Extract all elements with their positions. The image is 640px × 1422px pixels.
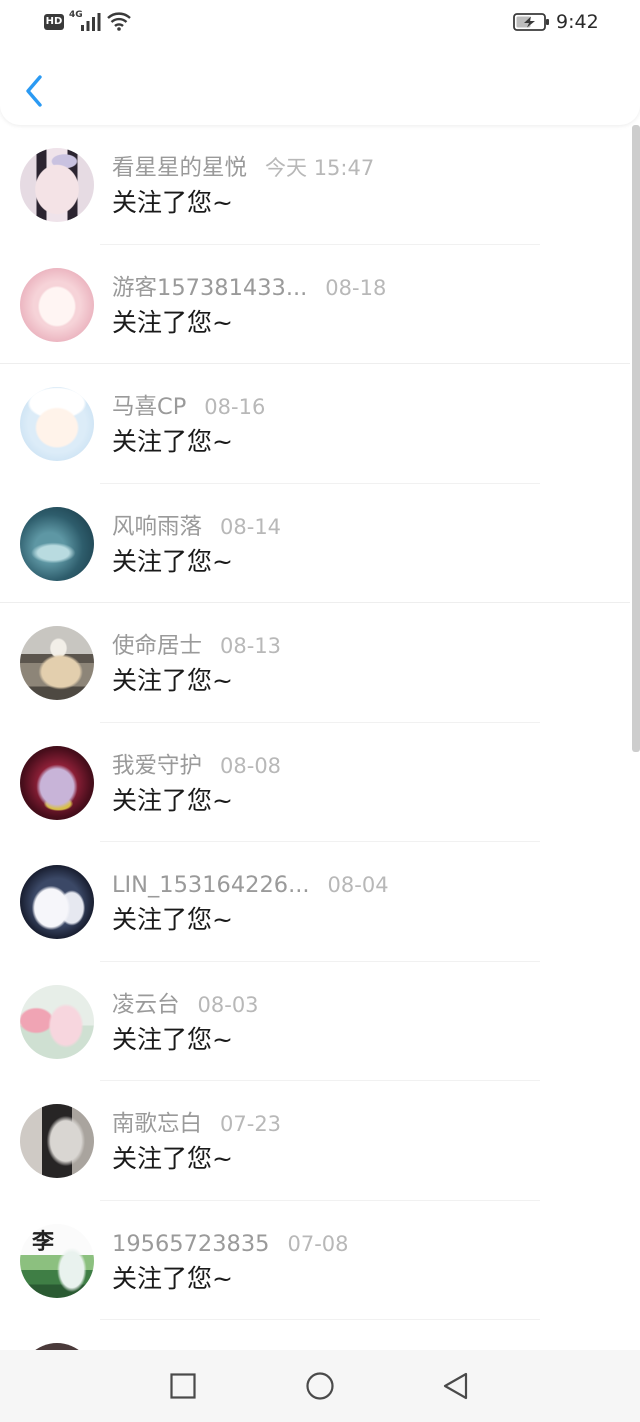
message-text: 关注了您~ <box>112 785 233 815</box>
timestamp: 08-03 <box>197 992 259 1017</box>
hd-badge: HD <box>44 14 64 30</box>
system-navigation-bar <box>0 1350 640 1422</box>
list-item[interactable]: 使命居士 08-13 关注了您~ <box>0 603 640 723</box>
message-text: 关注了您~ <box>112 307 233 337</box>
list-item[interactable]: 凌云台 08-03 关注了您~ <box>0 962 640 1081</box>
item-header: 马喜CP 08-16 <box>112 392 265 422</box>
list-item[interactable]: 风响雨落 08-14 关注了您~ <box>0 484 640 603</box>
recent-apps-button[interactable] <box>143 1350 223 1422</box>
item-header: 19565723835 07-08 <box>112 1229 349 1259</box>
avatar[interactable] <box>20 984 94 1059</box>
clock: 9:42 <box>556 11 599 33</box>
avatar[interactable] <box>20 1104 94 1178</box>
avatar[interactable] <box>20 267 94 342</box>
list-item[interactable]: 南歌忘白 07-23 关注了您~ <box>0 1081 640 1201</box>
list-item[interactable]: LIN_153164226... 08-04 关注了您~ <box>0 842 640 962</box>
item-header: 我爱守护 08-08 <box>112 751 281 781</box>
message-text: 关注了您~ <box>112 546 233 576</box>
user-name[interactable]: 马喜CP <box>112 394 186 420</box>
avatar[interactable] <box>20 1343 94 1350</box>
timestamp: 今天 15:47 <box>265 156 375 180</box>
back-button[interactable] <box>18 70 52 112</box>
timestamp: 08-16 <box>204 395 266 419</box>
avatar[interactable] <box>20 626 94 700</box>
user-name[interactable]: 使命居士 <box>112 633 202 659</box>
back-triangle-icon <box>443 1372 468 1400</box>
item-header: 看星星的星悦 今天 15:47 <box>112 153 374 183</box>
recent-apps-square-icon <box>170 1373 196 1399</box>
battery-charging-icon <box>513 13 549 31</box>
message-text: 关注了您~ <box>112 1024 233 1054</box>
timestamp: 08-14 <box>220 514 282 539</box>
item-header: 南歌忘白 07-23 <box>112 1109 281 1139</box>
item-header: 使命居士 08-13 <box>112 631 281 661</box>
timestamp: 08-08 <box>220 753 282 778</box>
screen: HD 4G 9:42 看星星的星悦 今天 15:47 关注了您~ 游客15738… <box>0 0 640 1422</box>
chevron-left-icon <box>26 75 42 107</box>
wifi-icon <box>107 12 131 31</box>
signal-icon <box>81 13 101 31</box>
avatar[interactable] <box>20 745 94 820</box>
list-item[interactable]: 李 19565723835 07-08 关注了您~ <box>0 1201 640 1320</box>
avatar-calligraphy: 李 <box>32 1228 55 1255</box>
scrollbar[interactable] <box>632 125 640 752</box>
user-name[interactable]: 南歌忘白 <box>112 1111 202 1137</box>
follower-notification-list[interactable]: 看星星的星悦 今天 15:47 关注了您~ 游客157381433... 08-18… <box>0 125 640 1350</box>
timestamp: 07-08 <box>287 1231 349 1256</box>
item-header: 风响雨落 08-14 <box>112 512 281 542</box>
list-item[interactable]: 我爱守护 08-08 关注了您~ <box>0 723 640 842</box>
timestamp: 07-23 <box>220 1112 282 1136</box>
user-name[interactable]: 游客157381433... <box>112 275 307 301</box>
timestamp: 08-13 <box>220 634 282 658</box>
timestamp: 08-18 <box>325 275 387 300</box>
message-text: 关注了您~ <box>112 1263 233 1293</box>
item-header: 游客157381433... 08-18 <box>112 273 386 303</box>
message-text: 关注了您~ <box>112 1144 233 1173</box>
avatar[interactable] <box>20 506 94 581</box>
user-name[interactable]: 凌云台 <box>112 992 180 1018</box>
user-name[interactable]: 风响雨落 <box>112 514 202 540</box>
user-name[interactable]: LIN_153164226... <box>112 872 310 898</box>
user-name[interactable]: 看星星的星悦 <box>112 155 247 181</box>
home-button[interactable] <box>280 1350 360 1422</box>
list-item[interactable]: 马喜CP 08-16 关注了您~ <box>0 364 640 484</box>
list-item[interactable] <box>0 1320 640 1350</box>
list-item[interactable]: 游客157381433... 08-18 关注了您~ <box>0 245 640 364</box>
status-bar: HD 4G 9:42 <box>0 0 640 42</box>
avatar[interactable] <box>20 865 94 939</box>
avatar[interactable] <box>20 148 94 222</box>
timestamp: 08-04 <box>327 873 389 897</box>
user-name[interactable]: 我爱守护 <box>112 753 202 779</box>
message-text: 关注了您~ <box>112 427 233 456</box>
system-back-button[interactable] <box>415 1350 495 1422</box>
item-header: 凌云台 08-03 <box>112 990 259 1020</box>
message-text: 关注了您~ <box>112 666 233 695</box>
avatar[interactable]: 李 <box>20 1223 94 1298</box>
header: HD 4G 9:42 <box>0 0 640 125</box>
list-item[interactable]: 看星星的星悦 今天 15:47 关注了您~ <box>0 125 640 245</box>
item-header: LIN_153164226... 08-04 <box>112 870 389 900</box>
message-text: 关注了您~ <box>112 188 233 217</box>
avatar[interactable] <box>20 387 94 461</box>
user-name[interactable]: 19565723835 <box>112 1231 269 1257</box>
home-circle-icon <box>306 1372 334 1400</box>
message-text: 关注了您~ <box>112 905 233 934</box>
